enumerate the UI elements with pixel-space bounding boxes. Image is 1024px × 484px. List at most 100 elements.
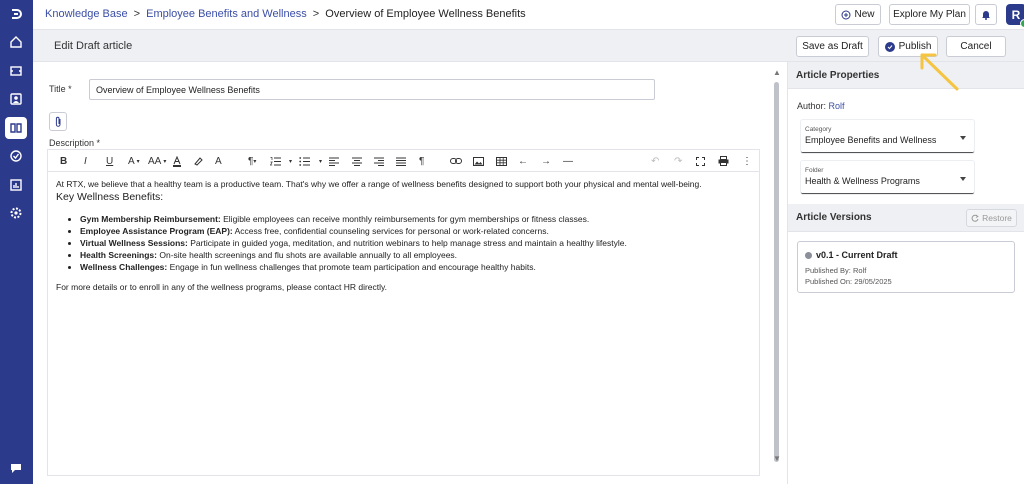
chat-icon[interactable]: [5, 457, 27, 479]
insert-link-icon[interactable]: [450, 154, 462, 168]
folder-label: Folder: [805, 167, 824, 174]
fullscreen-icon[interactable]: [696, 154, 705, 168]
reports-icon[interactable]: [5, 174, 27, 196]
author-row: Author: Rolf: [797, 101, 845, 111]
list-item: Gym Membership Reimbursement: Eligible e…: [80, 213, 751, 225]
benefit-text: Eligible employees can receive monthly r…: [220, 214, 590, 224]
more-options-icon[interactable]: ⋮: [742, 154, 752, 168]
list-item: Health Screenings: On-site health screen…: [80, 249, 751, 261]
article-properties-header: Article Properties: [788, 62, 1024, 89]
list-item: Wellness Challenges: Engage in fun welln…: [80, 261, 751, 273]
title-label: Title *: [49, 84, 72, 94]
print-icon[interactable]: [718, 154, 729, 168]
category-value: Employee Benefits and Wellness: [805, 135, 937, 145]
breadcrumb-separator: >: [133, 8, 141, 20]
breadcrumb: Knowledge Base > Employee Benefits and W…: [45, 8, 526, 20]
italic-button[interactable]: I: [84, 154, 87, 168]
knowledge-base-icon[interactable]: [5, 117, 27, 139]
underline-button[interactable]: U: [106, 154, 113, 168]
scroll-down-arrow-icon[interactable]: ▼: [773, 454, 781, 463]
title-input[interactable]: [89, 79, 655, 100]
highlighter-icon[interactable]: [193, 154, 203, 168]
outdent-arrow-icon[interactable]: ←: [518, 154, 528, 168]
ordered-list-icon[interactable]: [270, 154, 281, 168]
notifications-button[interactable]: [975, 4, 997, 25]
bold-button[interactable]: B: [60, 154, 67, 168]
align-left-icon[interactable]: [329, 154, 339, 168]
description-label: Description *: [49, 138, 101, 148]
home-icon[interactable]: [5, 31, 27, 53]
benefit-text: Access free, confidential counseling ser…: [232, 226, 549, 236]
ticket-icon[interactable]: [5, 60, 27, 82]
benefit-text: Participate in guided yoga, meditation, …: [187, 238, 627, 248]
cancel-label: Cancel: [960, 41, 992, 52]
scroll-up-arrow-icon[interactable]: ▲: [773, 68, 781, 77]
align-center-icon[interactable]: [352, 154, 362, 168]
dropdown-caret-icon[interactable]: ▾: [319, 154, 322, 168]
article-versions-title: Article Versions: [796, 212, 872, 223]
insert-table-icon[interactable]: [496, 154, 507, 168]
font-color-label: A: [128, 155, 135, 167]
content-heading: Key Wellness Benefits:: [56, 191, 164, 203]
insert-image-icon[interactable]: [473, 154, 484, 168]
rail-logo-icon[interactable]: [5, 3, 27, 25]
right-panel: Article Properties Author: Rolf Category…: [787, 62, 1024, 484]
font-color-button[interactable]: A ▾: [128, 154, 140, 168]
nav-rail: [0, 0, 33, 484]
unordered-list-icon[interactable]: [299, 154, 310, 168]
content-intro: At RTX, we believe that a healthy team i…: [56, 179, 702, 189]
benefits-list: Gym Membership Reimbursement: Eligible e…: [80, 213, 751, 273]
editor-toolbar: B I U A ▾ AA ▾ A ¶ ▾ ▾ ▾ ¶ ← → — ↶ ↷ ⋮: [47, 149, 760, 171]
explore-my-plan-button[interactable]: Explore My Plan: [889, 4, 970, 25]
font-size-label: AA: [148, 155, 162, 167]
restore-button[interactable]: Restore: [966, 209, 1017, 227]
breadcrumb-knowledge-base[interactable]: Knowledge Base: [45, 8, 128, 20]
category-label: Category: [805, 126, 832, 133]
save-as-draft-button[interactable]: Save as Draft: [796, 36, 869, 57]
benefit-text: On-site health screenings and flu shots …: [157, 250, 458, 260]
save-draft-label: Save as Draft: [802, 41, 863, 52]
editor-content[interactable]: At RTX, we believe that a healthy team i…: [47, 171, 760, 476]
scroll-thumb[interactable]: [774, 82, 779, 462]
text-color-icon[interactable]: [172, 154, 182, 168]
page-title: Edit Draft article: [54, 40, 133, 52]
version-published-on: Published On: 29/05/2025: [805, 277, 892, 286]
new-button-label: New: [854, 9, 875, 20]
publish-check-icon: [884, 41, 895, 52]
editor-scrollbar[interactable]: ▲ ▼: [773, 68, 781, 464]
bell-icon: [982, 11, 990, 20]
clear-format-button[interactable]: A: [215, 154, 222, 168]
category-select[interactable]: Category Employee Benefits and Wellness: [801, 120, 974, 153]
paperclip-icon: [55, 116, 60, 127]
benefit-name: Gym Membership Reimbursement:: [80, 214, 221, 224]
indent-arrow-icon[interactable]: →: [541, 154, 551, 168]
text-direction-icon[interactable]: ¶: [419, 154, 424, 168]
breadcrumb-category[interactable]: Employee Benefits and Wellness: [146, 8, 307, 20]
undo-icon[interactable]: ↶: [651, 154, 659, 168]
benefit-name: Employee Assistance Program (EAP):: [80, 226, 233, 236]
author-name[interactable]: Rolf: [829, 101, 845, 111]
version-card[interactable]: v0.1 - Current Draft Published By: Rolf …: [797, 241, 1015, 293]
explore-button-label: Explore My Plan: [893, 9, 966, 20]
version-published-by: Published By: Rolf: [805, 266, 867, 275]
horizontal-rule-icon[interactable]: —: [563, 154, 573, 168]
breadcrumb-separator: >: [312, 8, 320, 20]
tasks-check-icon[interactable]: [5, 145, 27, 167]
benefit-name: Virtual Wellness Sessions:: [80, 238, 188, 248]
dropdown-caret-icon[interactable]: ▾: [289, 154, 292, 168]
annotation-arrow-icon: [920, 53, 959, 91]
dropdown-caret-icon: ▾: [136, 158, 140, 165]
font-size-button[interactable]: AA ▾: [148, 154, 166, 168]
folder-select[interactable]: Folder Health & Wellness Programs: [801, 161, 974, 194]
contacts-icon[interactable]: [5, 88, 27, 110]
benefit-text: Engage in fun wellness challenges that p…: [167, 262, 536, 272]
align-justify-icon[interactable]: [396, 154, 406, 168]
paragraph-format-icon[interactable]: ¶ ▾: [248, 154, 256, 168]
attach-button[interactable]: [49, 112, 67, 131]
new-button[interactable]: New: [835, 4, 881, 25]
redo-icon[interactable]: ↷: [674, 154, 682, 168]
settings-gear-icon[interactable]: [5, 202, 27, 224]
align-right-icon[interactable]: [374, 154, 384, 168]
online-status-icon: [1020, 19, 1024, 28]
user-avatar[interactable]: R: [1006, 4, 1024, 28]
